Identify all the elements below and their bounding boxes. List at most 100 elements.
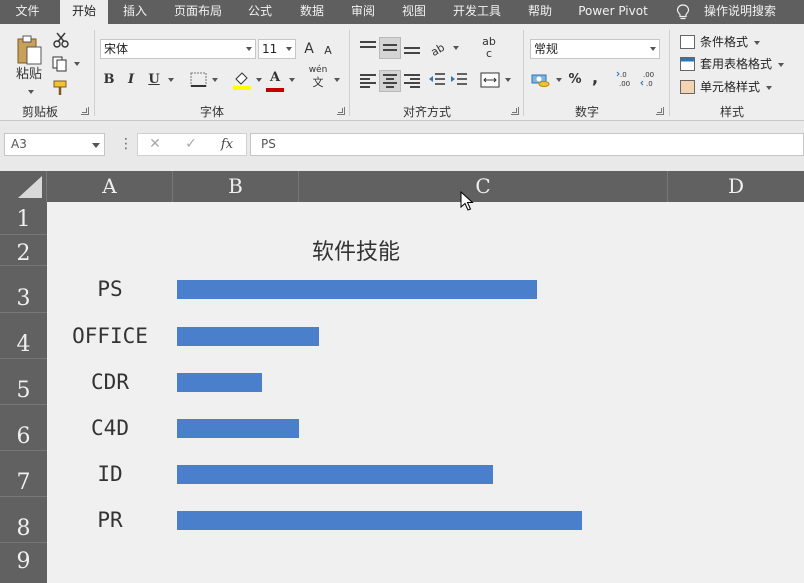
align-top-icon[interactable] — [360, 41, 376, 55]
font-launcher-icon[interactable] — [337, 107, 345, 115]
comma-style-button[interactable]: , — [588, 68, 602, 88]
align-center-button[interactable] — [379, 70, 401, 92]
more-options-icon[interactable]: ⋮ — [119, 137, 133, 151]
phonetic-dropdown-icon[interactable] — [334, 78, 340, 82]
currency-icon[interactable] — [531, 72, 551, 88]
row-header-6[interactable]: 6 — [0, 405, 47, 451]
column-header-b[interactable]: B — [173, 171, 299, 202]
column-header-d[interactable]: D — [668, 171, 804, 202]
row-header-9[interactable]: 9 — [0, 543, 47, 583]
skill-bar[interactable] — [177, 419, 299, 438]
name-box-value: A3 — [11, 137, 27, 151]
row-header-3[interactable]: 3 — [0, 266, 47, 313]
row-header-2[interactable]: 2 — [0, 235, 47, 266]
conditional-formatting-icon — [680, 35, 695, 49]
number-format-select[interactable]: 常规 — [530, 39, 660, 59]
borders-dropdown-icon[interactable] — [212, 78, 218, 82]
skill-bar[interactable] — [177, 280, 537, 299]
shrink-font-button[interactable]: A — [320, 41, 336, 61]
enter-icon[interactable]: ✓ — [176, 134, 206, 155]
skill-bar[interactable] — [177, 373, 262, 392]
tab-page-layout[interactable]: 页面布局 — [166, 0, 230, 24]
category-label: C4D — [91, 416, 129, 440]
decrease-decimal-icon[interactable]: .00 .0 — [640, 69, 660, 89]
tab-review[interactable]: 审阅 — [341, 0, 385, 24]
merge-dropdown-icon[interactable] — [505, 78, 511, 82]
row-header-8[interactable]: 8 — [0, 497, 47, 543]
tab-data[interactable]: 数据 — [290, 0, 334, 24]
cancel-icon[interactable]: ✕ — [140, 134, 170, 155]
skill-bar[interactable] — [177, 465, 493, 484]
select-all-button[interactable] — [0, 171, 47, 202]
align-bottom-icon[interactable] — [404, 43, 420, 57]
copy-icon[interactable] — [52, 56, 70, 72]
alignment-launcher-icon[interactable] — [511, 107, 519, 115]
category-label: PR — [97, 508, 123, 532]
align-left-icon[interactable] — [360, 74, 376, 88]
format-painter-icon[interactable] — [52, 80, 70, 96]
tab-formulas[interactable]: 公式 — [238, 0, 282, 24]
tab-insert[interactable]: 插入 — [113, 0, 157, 24]
tab-home[interactable]: 开始 — [60, 0, 108, 24]
cell-styles-button[interactable]: 单元格样式 — [680, 77, 772, 97]
row-header-5[interactable]: 5 — [0, 359, 47, 405]
underline-dropdown-icon[interactable] — [168, 78, 174, 82]
align-center-icon — [383, 74, 399, 88]
category-label: ID — [97, 462, 123, 486]
tab-power-pivot[interactable]: Power Pivot — [570, 0, 656, 24]
skill-bar[interactable] — [177, 511, 582, 530]
cut-icon[interactable] — [52, 32, 70, 48]
fill-color-icon[interactable] — [232, 70, 252, 90]
percent-style-button[interactable]: % — [566, 70, 584, 90]
formula-input[interactable]: PS — [250, 133, 804, 156]
clipboard-launcher-icon[interactable] — [81, 107, 89, 115]
row-header-1[interactable]: 1 — [0, 202, 47, 235]
orientation-icon[interactable]: ab — [428, 39, 450, 57]
align-middle-button[interactable] — [379, 37, 401, 59]
svg-text:.0: .0 — [620, 71, 627, 79]
orientation-dropdown-icon[interactable] — [453, 46, 459, 50]
currency-dropdown-icon[interactable] — [556, 78, 562, 82]
row-header-4[interactable]: 4 — [0, 313, 47, 359]
italic-button[interactable]: I — [123, 70, 139, 90]
decrease-indent-icon[interactable] — [428, 72, 446, 88]
wrap-text-char: c — [485, 47, 493, 60]
tab-developer[interactable]: 开发工具 — [445, 0, 509, 24]
paste-button[interactable]: 粘贴 — [12, 65, 46, 85]
row-header-7[interactable]: 7 — [0, 451, 47, 497]
number-launcher-icon[interactable] — [656, 107, 664, 115]
align-right-icon[interactable] — [404, 74, 420, 88]
conditional-formatting-button[interactable]: 条件格式 — [680, 32, 760, 52]
name-box[interactable]: A3 — [4, 133, 105, 156]
format-as-table-button[interactable]: 套用表格格式 — [680, 54, 784, 74]
merge-center-icon[interactable] — [480, 72, 500, 88]
tab-help[interactable]: 帮助 — [518, 0, 562, 24]
grow-font-button[interactable]: A — [300, 39, 318, 59]
tab-file[interactable]: 文件 — [0, 0, 55, 24]
font-color-button[interactable]: A — [266, 68, 284, 88]
group-separator — [94, 30, 95, 116]
copy-dropdown-icon[interactable] — [74, 62, 80, 66]
font-size-value: 11 — [262, 42, 278, 56]
font-name-select[interactable]: 宋体 — [100, 39, 256, 59]
bold-button[interactable]: B — [101, 70, 117, 90]
tab-view[interactable]: 视图 — [392, 0, 436, 24]
chart-title: 软件技能 — [311, 240, 400, 265]
underline-button[interactable]: U — [146, 70, 162, 90]
increase-indent-icon[interactable] — [450, 72, 468, 88]
insert-function-icon[interactable]: fx — [212, 134, 242, 155]
fill-color-dropdown-icon[interactable] — [256, 78, 262, 82]
paste-icon[interactable] — [14, 34, 44, 66]
tell-me-search[interactable]: 操作说明搜索 — [698, 0, 782, 24]
font-color-dropdown-icon[interactable] — [289, 78, 295, 82]
increase-decimal-icon[interactable]: .0 .00 — [616, 69, 636, 89]
chevron-down-icon — [753, 40, 760, 45]
skill-bar[interactable] — [177, 327, 319, 346]
font-size-select[interactable]: 11 — [258, 39, 296, 59]
column-header-a[interactable]: A — [47, 171, 173, 202]
chevron-down-icon — [765, 85, 772, 90]
column-header-c[interactable]: C — [299, 171, 668, 202]
font-color-swatch — [266, 88, 284, 92]
paste-dropdown-icon[interactable] — [28, 90, 34, 94]
borders-icon[interactable] — [190, 72, 208, 88]
